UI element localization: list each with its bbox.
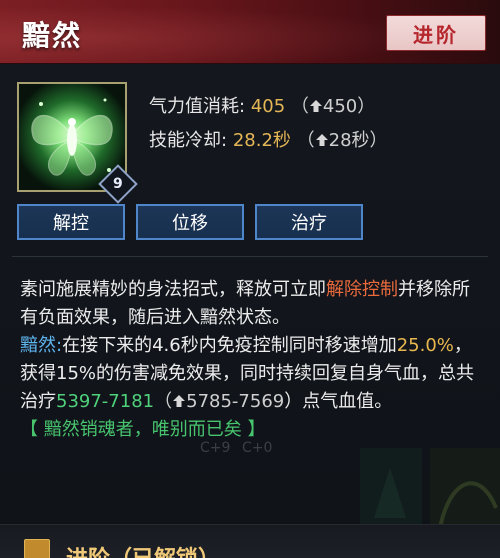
upgrade-arrow-icon — [173, 395, 186, 407]
skill-description: 素问施展精妙的身法招式，释放可立即解除控制并移除所有负面效果，随后进入黯然状态。… — [20, 276, 486, 444]
advance-section-title: 进阶（已解锁） — [66, 541, 220, 558]
cost-open-paren: （ — [290, 96, 309, 117]
desc-state-name: 黯然: — [20, 335, 63, 356]
advance-button[interactable]: 进阶 — [386, 15, 486, 51]
tooltip-body: 9 气力值消耗: 405 （450） 技能冷却: 28.2秒 （28秒） 解控 … — [0, 64, 500, 558]
skill-title: 黯然 — [22, 19, 83, 52]
cooldown-open-paren: （ — [296, 130, 315, 151]
cooldown-value: 28.2秒 — [232, 130, 291, 151]
desc-dispel-highlight: 解除控制 — [326, 279, 398, 300]
tag-dispel[interactable]: 解控 — [17, 204, 125, 240]
desc-heal-open-paren: （ — [154, 391, 173, 412]
advance-section-header: 进阶（已解锁） — [0, 524, 500, 558]
upgrade-arrow-icon — [315, 134, 328, 146]
cooldown-label: 技能冷却: — [149, 130, 228, 151]
upgrade-arrow-icon — [309, 100, 322, 112]
desc-text: 素问施展精妙的身法招式，释放可立即 — [20, 279, 326, 300]
tag-displacement[interactable]: 位移 — [136, 204, 244, 240]
tag-heal[interactable]: 治疗 — [255, 204, 363, 240]
desc-heal-value: 5397-7181 — [56, 391, 155, 412]
cost-label: 气力值消耗: — [149, 96, 246, 117]
advance-button-label: 进阶 — [413, 22, 459, 47]
cooldown-upgrade-value: 28秒 — [328, 130, 370, 151]
desc-text: ）点气血值。 — [284, 391, 393, 412]
advance-icon — [24, 539, 50, 558]
cost-value: 405 — [250, 96, 286, 117]
desc-text: 在接下来的4.6秒内免疫控制同时移速增加 — [62, 335, 397, 356]
desc-heal-upgrade: 5785-7569 — [186, 391, 285, 412]
skill-level-value: 9 — [113, 176, 123, 192]
cost-row: 气力值消耗: 405 （ 450） — [149, 92, 375, 118]
cost-close-paren: ） — [357, 96, 376, 117]
cooldown-close-paren: ） — [369, 130, 388, 151]
cooldown-row: 技能冷却: 28.2秒 （ 28秒） — [149, 126, 388, 152]
cost-upgrade-value: 450 — [322, 96, 358, 117]
desc-speed-value: 25.0% — [396, 335, 454, 356]
tooltip-header: 黯然 进阶 — [0, 0, 500, 64]
section-divider — [12, 256, 488, 257]
skill-motto: 【 黯然销魂者，唯别而已矣 】 — [20, 419, 266, 440]
